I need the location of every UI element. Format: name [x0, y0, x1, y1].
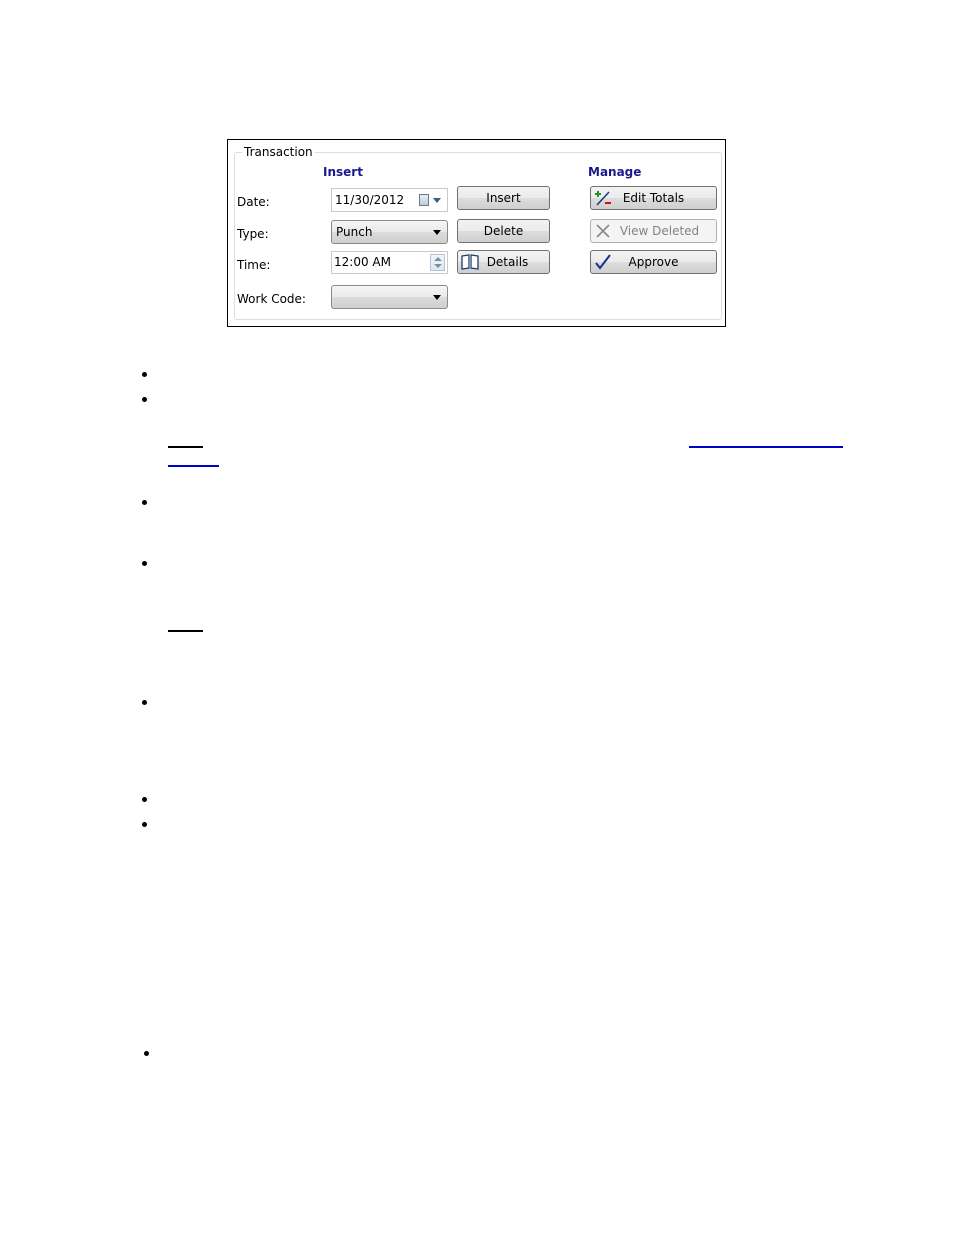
edit-totals-button[interactable]: Edit Totals	[590, 186, 717, 210]
link-underline[interactable]	[168, 465, 219, 467]
spin-up-icon[interactable]	[434, 257, 442, 261]
time-value: 12:00 AM	[334, 255, 391, 269]
chevron-down-icon	[433, 295, 441, 300]
insert-button-label: Insert	[486, 191, 521, 205]
bullet-marker	[144, 1051, 149, 1056]
date-picker[interactable]: 11/30/2012	[331, 188, 448, 212]
bullet-marker	[142, 561, 147, 566]
insert-heading: Insert	[323, 165, 363, 179]
link-underline[interactable]	[689, 446, 843, 448]
edit-totals-button-label: Edit Totals	[622, 191, 685, 205]
approve-button[interactable]: Approve	[590, 250, 717, 274]
insert-button[interactable]: Insert	[457, 186, 550, 210]
type-dropdown[interactable]: Punch	[331, 220, 448, 244]
time-label: Time:	[237, 258, 271, 272]
bullet-marker	[142, 700, 147, 705]
transaction-panel: Transaction Insert Manage Date: Type: Ti…	[227, 139, 726, 327]
delete-button-label: Delete	[483, 224, 524, 238]
spin-down-icon[interactable]	[434, 264, 442, 268]
bullet-marker	[142, 500, 147, 505]
view-deleted-button[interactable]: View Deleted	[590, 219, 717, 243]
bullet-marker	[142, 797, 147, 802]
type-label: Type:	[237, 227, 269, 241]
chevron-down-icon	[433, 230, 441, 235]
note-underline	[168, 630, 203, 632]
chevron-down-icon[interactable]	[433, 198, 441, 203]
transaction-title: Transaction	[242, 145, 315, 159]
bullet-marker	[142, 372, 147, 377]
time-spinner[interactable]: 12:00 AM	[331, 251, 448, 274]
date-label: Date:	[237, 195, 270, 209]
delete-button[interactable]: Delete	[457, 219, 550, 243]
view-deleted-button-label: View Deleted	[619, 224, 700, 238]
work-code-label: Work Code:	[237, 292, 306, 306]
approve-button-label: Approve	[628, 255, 679, 269]
calendar-icon[interactable]	[419, 194, 429, 206]
bullet-marker	[142, 397, 147, 402]
details-button-label: Details	[486, 255, 529, 269]
note-underline	[168, 446, 203, 448]
work-code-dropdown[interactable]	[331, 285, 448, 309]
manage-heading: Manage	[588, 165, 642, 179]
details-button[interactable]: Details	[457, 250, 550, 274]
type-value: Punch	[336, 225, 373, 239]
date-value: 11/30/2012	[335, 193, 405, 207]
bullet-marker	[142, 822, 147, 827]
spinner-icon[interactable]	[430, 254, 445, 271]
